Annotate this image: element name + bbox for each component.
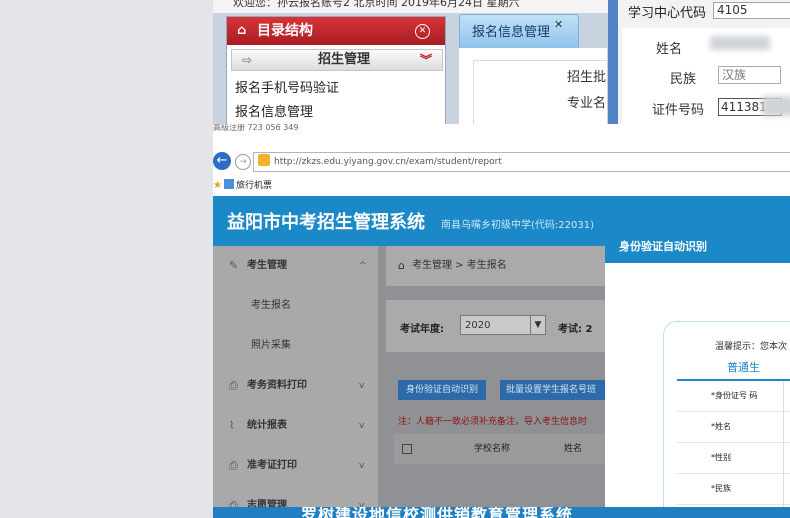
favorites-bar: ★ 旅行机票 [213, 178, 272, 191]
ethnicity-field[interactable]: 汉族 [718, 66, 781, 84]
breadcrumb-text[interactable]: 考生管理 > 考生报名 [412, 260, 507, 271]
page-icon [223, 179, 234, 189]
chevron-down-icon: ▼ [530, 316, 545, 334]
sidebar-item-label: 统计报表 [247, 420, 287, 431]
field-label: *身份证号 码 [711, 391, 758, 400]
arrow-right-icon: ⇨ [242, 53, 253, 67]
chevron-up-icon: ^ [359, 261, 367, 271]
sidebar-item-student-manage[interactable]: ✎ 考生管理 ^ [213, 246, 378, 286]
system-title: 益阳市中考招生管理系统 [227, 212, 425, 233]
year-select[interactable]: 2020 ▼ [460, 315, 546, 335]
double-chevron-down-icon: ︾ [420, 53, 433, 67]
exam-label: 考试: 2 [558, 324, 593, 335]
table-header: 学校名称 姓名 [394, 434, 614, 464]
id-verify-button[interactable]: 身份验证自动识别 [398, 380, 486, 400]
field-label: *姓名 [711, 422, 731, 431]
banner-text: 罗树建设地信校测供销教育管理系统 [301, 507, 574, 518]
field-divider [783, 381, 784, 518]
menu-item-phone-verify[interactable]: 报名手机号码验证 [235, 77, 339, 96]
favorite-link[interactable]: 旅行机票 [236, 181, 272, 191]
id-label: 证件号码 [652, 103, 705, 118]
field-row-id: *身份证号 码 [677, 381, 790, 412]
field-label: *民族 [711, 484, 731, 493]
select-all-checkbox[interactable] [402, 444, 412, 454]
sidebar-item-exam-print[interactable]: ⎙ 考务资料打印 v [213, 366, 378, 406]
sidebar-item-statistics[interactable]: ⌇ 统计报表 v [213, 406, 378, 446]
section-header-enrollment[interactable]: ⇨ 招生管理 ︾ [231, 49, 443, 71]
breadcrumb: ⌂ 考生管理 > 考生报名 [386, 246, 614, 286]
home-icon[interactable]: ⌂ [398, 246, 405, 286]
field-row-name: *姓名 [677, 412, 790, 443]
tab-regular-student[interactable]: 普通生 [727, 359, 760, 375]
close-icon[interactable]: ✕ [415, 24, 430, 39]
id-verify-modal: 身份验证自动识别 温馨提示：您本次 普通生 *身份证号 码 *姓名 *性别 *民… [605, 231, 790, 518]
browser-screenshot: 高级注册 723 056 349 ← → http://zkzs.edu.yiy… [213, 124, 790, 518]
welcome-text: 欢迎您：孙云报名账号2 北京时间 2019年6月24日 星期六 [213, 0, 633, 13]
browser-nav-bar: ← → http://zkzs.edu.yiyang.gov.cn/exam/s… [213, 150, 790, 174]
center-label-major: 专业名 [567, 96, 607, 111]
field-label: *性别 [711, 453, 731, 462]
school-subtitle: 南县乌嘴乡初级中学(代码:22031) [441, 220, 594, 231]
warning-note: 注：人籍不一致必须补充备注，导入考生信息时 [398, 417, 588, 427]
directory-panel-header: ⌂ 目录结构 ✕ [227, 17, 445, 45]
filter-panel: 考试年度: 2020 ▼ 考试: 2 [386, 300, 614, 352]
sidebar-item-label: 准考证打印 [247, 460, 297, 471]
column-header-school: 学校名称 [474, 444, 511, 454]
right-form: 学习中心代码 4105 姓名 民族 汉族 证件号码 411381 [618, 0, 790, 124]
print-icon: ⎙ [229, 459, 238, 472]
sidebar-item-label: 考生管理 [247, 260, 287, 271]
edit-icon: ✎ [229, 259, 239, 272]
star-icon: ★ [213, 180, 222, 191]
column-header-name: 姓名 [564, 444, 583, 454]
home-icon: ⌂ [237, 23, 247, 38]
back-arrow-icon[interactable]: ← [213, 152, 231, 170]
bottom-banner: 罗树建设地信校测供销教育管理系统 [213, 507, 790, 518]
field-row-ethnicity: *民族 [677, 474, 790, 505]
directory-panel-title: 目录结构 [257, 23, 313, 39]
ethnicity-label: 民族 [670, 72, 697, 87]
legacy-screenshot: 欢迎您：孙云报名账号2 北京时间 2019年6月24日 星期六 ⌂ 目录结构 ✕… [213, 0, 790, 124]
center-content: 招生批 专业名 [459, 48, 615, 124]
sidebar: ✎ 考生管理 ^ 考生报名 照片采集 ⎙ 考务资料打印 v ⌇ 统计报表 v ⎙… [213, 246, 378, 518]
directory-panel: ⌂ 目录结构 ✕ ⇨ 招生管理 ︾ 报名手机号码验证 报名信息管理 [226, 16, 446, 124]
section-title: 招生管理 [318, 52, 371, 67]
sidebar-item-admission-print[interactable]: ⎙ 准考证打印 v [213, 446, 378, 486]
ie-page-icon [258, 154, 270, 166]
chevron-down-icon: v [359, 421, 365, 431]
tab-bar: 报名信息管理 ✕ [459, 14, 609, 50]
field-row-gender: *性别 [677, 443, 790, 474]
blurred-id [762, 96, 790, 116]
chart-icon: ⌇ [229, 419, 235, 432]
tab-close-icon[interactable]: ✕ [554, 18, 563, 31]
form-card: 姓名 民族 汉族 证件号码 411381 [622, 28, 790, 124]
tab-label: 报名信息管理 [472, 25, 551, 40]
center-code-label: 学习中心代码 [628, 6, 707, 21]
url-text: http://zkzs.edu.yiyang.gov.cn/exam/stude… [274, 157, 502, 167]
batch-set-button[interactable]: 批量设置学生报名号班 [500, 380, 614, 400]
sidebar-item-photo-collect[interactable]: 照片采集 [213, 326, 378, 366]
name-label: 姓名 [656, 42, 683, 57]
modal-title: 身份验证自动识别 [605, 231, 790, 263]
chevron-down-icon: v [359, 461, 365, 471]
year-label: 考试年度: [400, 324, 444, 335]
address-bar[interactable]: http://zkzs.edu.yiyang.gov.cn/exam/stude… [253, 152, 790, 172]
divider-bar [608, 0, 618, 124]
year-value: 2020 [465, 320, 491, 331]
modal-tip: 温馨提示：您本次 [715, 342, 788, 352]
sidebar-item-label: 考务资料打印 [247, 380, 307, 391]
tiny-caption: 高级注册 723 056 349 [213, 124, 299, 132]
sidebar-item-label: 照片采集 [251, 340, 291, 351]
menu-item-info-manage[interactable]: 报名信息管理 [235, 101, 313, 120]
chevron-down-icon: v [359, 381, 365, 391]
print-icon: ⎙ [229, 379, 238, 392]
center-code-field[interactable]: 4105 [713, 2, 790, 19]
sidebar-item-label: 考生报名 [251, 300, 291, 311]
forward-arrow-icon[interactable]: → [235, 154, 251, 170]
center-label-batch: 招生批 [567, 70, 607, 85]
blurred-name [710, 36, 770, 50]
sidebar-item-student-register[interactable]: 考生报名 [213, 286, 378, 326]
